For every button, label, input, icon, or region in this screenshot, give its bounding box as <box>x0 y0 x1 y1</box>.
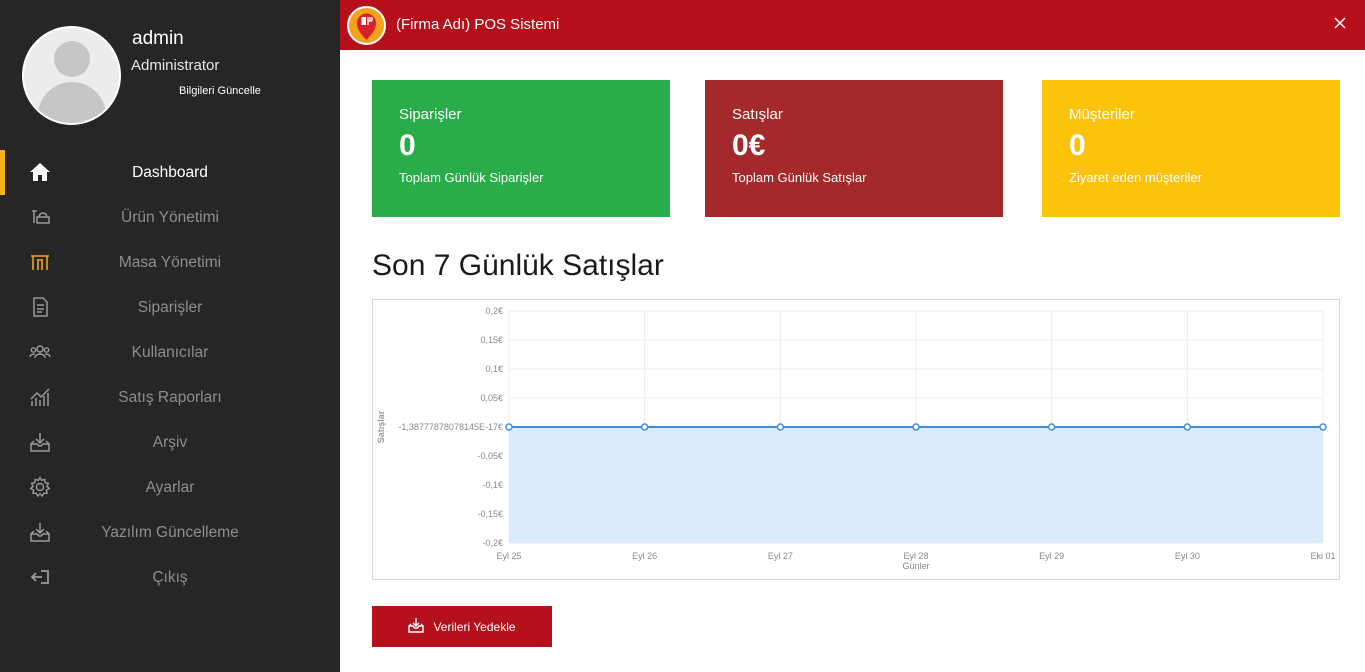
sales-card-subtitle: Toplam Günlük Satışlar <box>732 170 867 185</box>
data-point <box>912 423 920 431</box>
sidebar-item-label: Masa Yönetimi <box>118 253 222 271</box>
y-tick-label: 0,1€ <box>485 364 503 374</box>
backup-data-button[interactable]: Verileri Yedekle <box>372 606 552 647</box>
sidebar-item-label: Arşiv <box>152 433 188 451</box>
sales-card: Satışlar 0€ Toplam Günlük Satışlar <box>705 80 1003 217</box>
x-axis-title: Günler <box>902 561 929 571</box>
sidebar-item-label: Yazılım Güncelleme <box>101 523 239 541</box>
sidebar-item-label: Ürün Yönetimi <box>121 208 219 226</box>
sidebar-item-users[interactable]: Kullanıcılar <box>0 330 340 375</box>
y-tick-label: 0,05€ <box>480 393 503 403</box>
y-axis-title: Satışlar <box>376 410 386 443</box>
backup-data-label: Verileri Yedekle <box>433 619 516 634</box>
sidebar-item-tables[interactable]: Masa Yönetimi <box>0 240 340 285</box>
x-tick-label: Eyl 30 <box>1175 551 1200 561</box>
orders-card-subtitle: Toplam Günlük Siparişler <box>399 170 544 185</box>
data-point <box>505 423 513 431</box>
series-area <box>509 427 1323 543</box>
close-icon <box>1334 16 1346 34</box>
avatar <box>22 26 121 125</box>
sidebar-item-label: Çıkış <box>152 568 188 586</box>
app-window: admin Administrator Bilgileri Güncelle D… <box>0 0 1365 672</box>
sidebar-item-software-update[interactable]: Yazılım Güncelleme <box>0 510 340 555</box>
y-tick-label: -0,2€ <box>482 538 503 548</box>
y-tick-label: -0,1€ <box>482 480 503 490</box>
x-tick-label: Eki 01 <box>1310 551 1335 561</box>
orders-card-title: Siparişler <box>399 106 462 123</box>
sidebar-item-label: Dashboard <box>132 163 208 181</box>
y-tick-label: -0,05€ <box>477 451 503 461</box>
y-tick-label: 0,2€ <box>485 306 503 316</box>
avatar-head-shape <box>54 41 90 77</box>
orders-card: Siparişler 0 Toplam Günlük Siparişler <box>372 80 670 217</box>
sidebar-item-settings[interactable]: Ayarlar <box>0 465 340 510</box>
username: admin <box>132 28 184 49</box>
x-tick-label: Eyl 29 <box>1039 551 1064 561</box>
sales-chart-svg: 0,2€ 0,15€ 0,1€ 0,05€ -1,38777878078145E-17€… <box>376 306 1336 571</box>
close-button[interactable] <box>1329 14 1351 36</box>
avatar-body-shape <box>38 82 106 123</box>
data-point <box>776 423 785 431</box>
sales-card-value: 0€ <box>732 129 766 162</box>
customers-card: Müşteriler 0 Ziyaret eden müşteriler <box>1042 80 1340 217</box>
sidebar-item-products[interactable]: Ürün Yönetimi <box>0 195 340 240</box>
sidebar-item-dashboard[interactable]: Dashboard <box>0 150 340 195</box>
sidebar-item-label: Kullanıcılar <box>131 343 209 361</box>
sidebar-item-label: Siparişler <box>137 298 203 316</box>
y-tick-label: -1,38777878078145E-17€ <box>398 422 503 432</box>
data-point <box>1183 423 1192 431</box>
x-tick-label: Eyl 26 <box>632 551 657 561</box>
user-role: Administrator <box>131 57 220 74</box>
data-point <box>640 423 649 431</box>
sidebar-item-label: Satış Raporları <box>118 388 222 406</box>
sidebar-item-archive[interactable]: Arşiv <box>0 420 340 465</box>
sidebar-menu: Dashboard Ürün Yönetimi Masa Yönetimi Si… <box>0 150 340 600</box>
title-bar: (Firma Adı) POS Sistemi <box>340 0 1365 50</box>
user-profile: admin Administrator Bilgileri Güncelle <box>0 0 340 150</box>
y-tick-label: 0,15€ <box>480 335 503 345</box>
sidebar-item-label: Ayarlar <box>145 478 195 496</box>
customers-card-value: 0 <box>1069 129 1086 162</box>
x-tick-label: Eyl 28 <box>903 551 928 561</box>
sidebar-item-orders[interactable]: Siparişler <box>0 285 340 330</box>
orders-card-value: 0 <box>399 129 416 162</box>
app-logo-icon <box>347 6 386 45</box>
data-point <box>1047 423 1056 431</box>
sidebar-item-logout[interactable]: Çıkış <box>0 555 340 600</box>
sales-chart: 0,2€ 0,15€ 0,1€ 0,05€ -1,38777878078145E-17€… <box>372 299 1340 580</box>
download-icon <box>408 617 425 636</box>
app-title: (Firma Adı) POS Sistemi <box>396 16 560 33</box>
x-tick-label: Eyl 27 <box>768 551 793 561</box>
y-tick-label: -0,15€ <box>477 509 503 519</box>
update-profile-link[interactable]: Bilgileri Güncelle <box>179 85 261 97</box>
customers-card-title: Müşteriler <box>1069 106 1135 123</box>
data-point <box>1319 423 1327 431</box>
customers-card-subtitle: Ziyaret eden müşteriler <box>1069 170 1202 185</box>
sidebar-item-reports[interactable]: Satış Raporları <box>0 375 340 420</box>
sales-card-title: Satışlar <box>732 106 783 123</box>
chart-section-title: Son 7 Günlük Satışlar <box>372 249 664 282</box>
x-tick-label: Eyl 25 <box>496 551 521 561</box>
sidebar: admin Administrator Bilgileri Güncelle D… <box>0 0 340 672</box>
